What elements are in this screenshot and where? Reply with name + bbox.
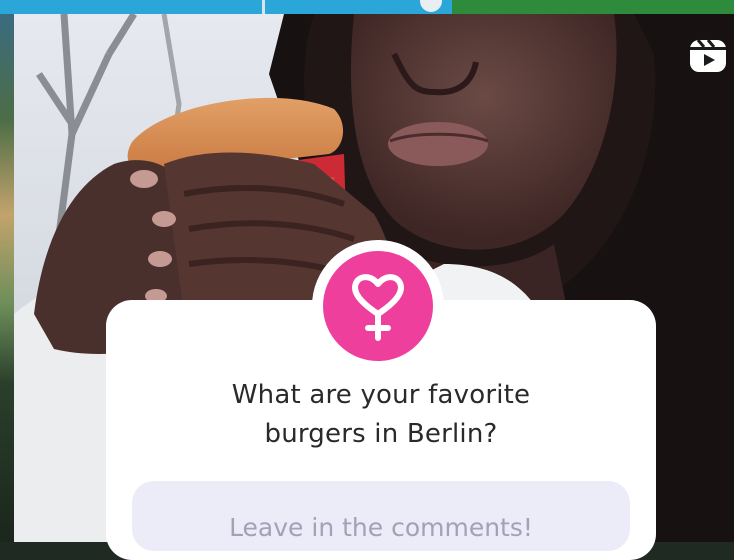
top-strip — [0, 0, 734, 14]
neighbor-post-left-edge — [0, 14, 14, 542]
question-badge — [312, 240, 444, 372]
question-line-1: What are your favorite — [231, 380, 531, 410]
neighbor-post-top-green — [452, 0, 734, 14]
neighbor-post-divider — [262, 0, 265, 14]
heart-venus-icon — [323, 251, 433, 361]
question-line-2: burgers in Berlin? — [264, 419, 498, 449]
answer-placeholder: Leave in the comments! — [229, 513, 533, 542]
question-text: What are your favorite burgers in Berlin… — [106, 376, 656, 454]
neighbor-post-top-blue — [0, 0, 452, 14]
reels-icon[interactable] — [688, 36, 728, 76]
answer-input[interactable]: Leave in the comments! — [132, 481, 630, 551]
